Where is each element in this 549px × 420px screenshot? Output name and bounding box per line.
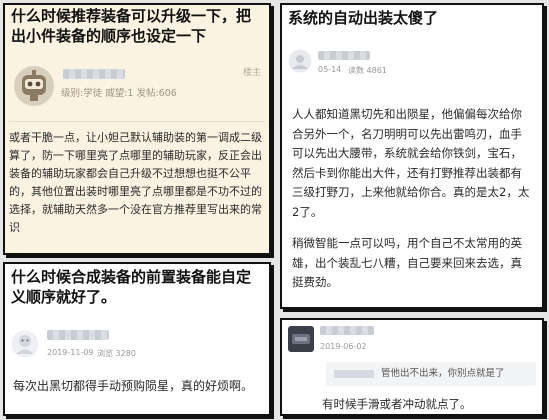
view-count: 浏览 3280 [97, 349, 136, 358]
username-redacted [47, 330, 109, 340]
post-paragraph: 人人都知道黑切先和出陨星，他偏偏每次给你合另外一个，名刀明明可以先出雷鸣刃，血手… [292, 107, 530, 219]
username-redacted [63, 69, 125, 79]
floor-label: 楼主 [242, 68, 261, 78]
post-title: 什么时候推荐装备可以升级一下，把出小件装备的顺序也设定一下 [11, 7, 252, 45]
post-card-custom-order[interactable]: 什么时候合成装备的前置装备能自定义顺序就好了。 2019-11-09 浏览 32… [3, 262, 271, 416]
reply-body: 有时候手滑或者冲动就点了。 [322, 397, 472, 411]
post-paragraph: 稍微智能一点可以吗，用个自己不太常用的英雄，出个装乱七八糟，自己要来回来去选，真… [292, 236, 522, 289]
post-date: 05-14 [318, 65, 342, 74]
post-body: 每次出黑切都得手动预购陨星，真的好烦啊。 [13, 379, 254, 393]
post-card-recommend-upgrade[interactable]: 什么时候推荐装备可以升级一下，把出小件装备的顺序也设定一下 级别:学徒 威望:1… [3, 3, 271, 255]
user-stats: 级别:学徒 威望:1 发帖:606 [61, 88, 177, 99]
robot-avatar-icon[interactable] [13, 65, 55, 107]
username-redacted [318, 51, 370, 60]
post-title: 系统的自动出装太傻了 [288, 9, 439, 27]
quote-text: 管他出不出来，你别点就是了 [381, 368, 505, 379]
user-avatar-icon[interactable] [288, 326, 314, 352]
reply-date: 2019-06-02 [320, 342, 367, 351]
username-redacted [320, 326, 374, 335]
quoted-reply: 管他出不出来，你别点就是了 [326, 362, 536, 386]
post-card-auto-build[interactable]: 系统的自动出装太傻了 05-14 读数 4861 人人都知道黑切先和出陨星，他偏… [280, 3, 544, 309]
user-avatar-icon[interactable] [288, 49, 312, 73]
post-body: 人人都知道黑切先和出陨星，他偏偏每次给你合另外一个，名刀明明可以先出雷鸣刃，血手… [292, 105, 532, 305]
post-title: 什么时候合成装备的前置装备能自定义顺序就好了。 [11, 268, 252, 306]
post-divider [9, 121, 265, 122]
user-avatar-icon[interactable] [11, 330, 39, 358]
post-body: 或者干脆一点，让小妲己默认辅助装的第一调成二级算了，防一下哪里亮了点哪里的辅助玩… [9, 131, 262, 234]
post-date: 2019-11-09 [47, 348, 94, 357]
read-count: 读数 4861 [348, 66, 387, 75]
quote-author-redacted [334, 369, 374, 378]
reply-card[interactable]: 2019-06-02 管他出不出来，你别点就是了 有时候手滑或者冲动就点了。 [280, 318, 544, 416]
